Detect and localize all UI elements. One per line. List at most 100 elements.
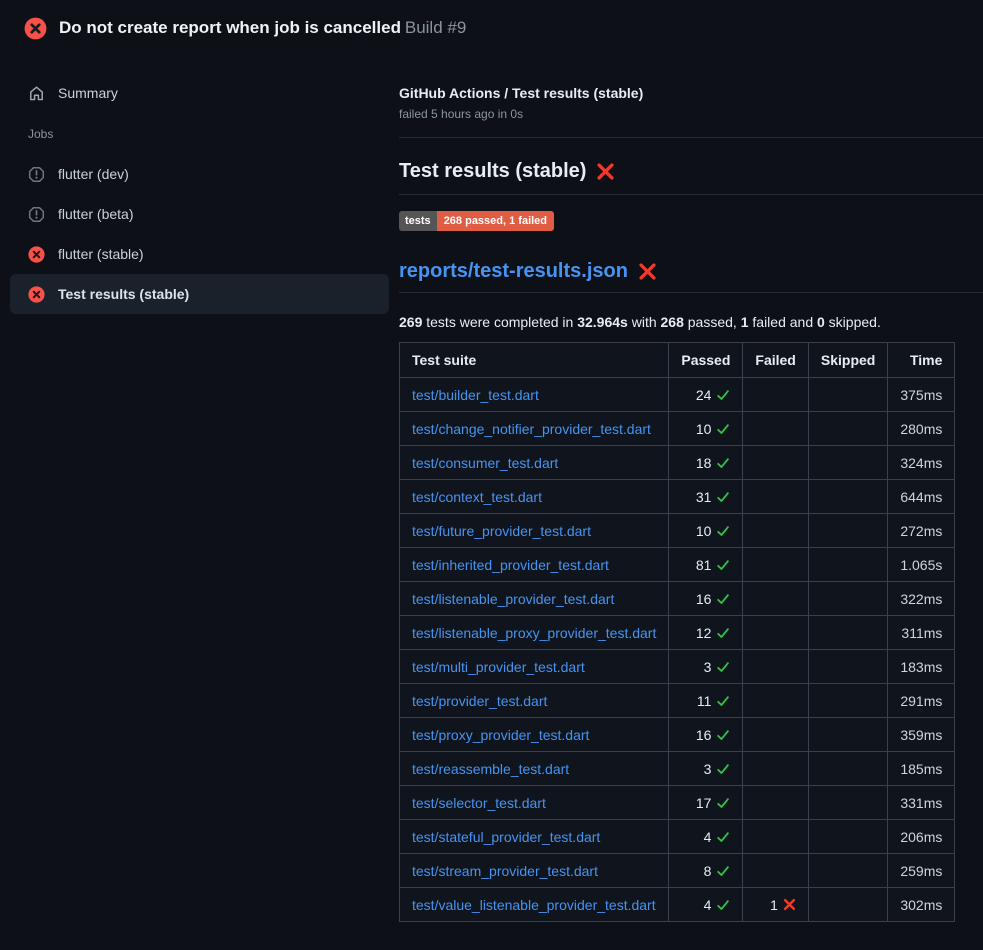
summary-segment: with (628, 314, 661, 330)
skipped-cell (808, 752, 887, 786)
suite-cell: test/change_notifier_provider_test.dart (400, 412, 669, 446)
failed-cell (743, 854, 808, 888)
table-row: test/inherited_provider_test.dart811.065… (400, 548, 955, 582)
test-suite-link[interactable]: test/builder_test.dart (412, 387, 539, 403)
count-value: 24 (696, 387, 712, 403)
skipped-cell (808, 480, 887, 514)
count-value: 12 (696, 625, 712, 641)
test-suite-link[interactable]: test/multi_provider_test.dart (412, 659, 585, 675)
column-header-skipped: Skipped (808, 343, 887, 378)
sidebar-item-label: flutter (stable) (58, 246, 144, 262)
check-icon (716, 626, 730, 640)
failed-cell (743, 820, 808, 854)
passed-cell: 17 (669, 786, 743, 820)
time-cell: 291ms (888, 684, 955, 718)
badge-value: 268 passed, 1 failed (437, 211, 554, 231)
failed-cell (743, 378, 808, 412)
skipped-cell (808, 514, 887, 548)
test-suite-link[interactable]: test/listenable_proxy_provider_test.dart (412, 625, 656, 641)
summary-segment: 268 (661, 314, 684, 330)
count-value: 11 (697, 693, 712, 709)
test-suite-link[interactable]: test/future_provider_test.dart (412, 523, 591, 539)
suite-cell: test/stateful_provider_test.dart (400, 820, 669, 854)
test-suite-link[interactable]: test/stream_provider_test.dart (412, 863, 598, 879)
passed-cell: 31 (669, 480, 743, 514)
test-suite-link[interactable]: test/value_listenable_provider_test.dart (412, 897, 656, 913)
check-icon (716, 524, 730, 538)
suite-cell: test/context_test.dart (400, 480, 669, 514)
jobs-sidebar: Summary Jobs flutter (dev) flutter (beta)… (0, 56, 399, 314)
summary-segment: 0 (817, 314, 825, 330)
badge-label: tests (399, 211, 437, 231)
passed-cell: 3 (669, 752, 743, 786)
count-value: 16 (696, 591, 712, 607)
test-suite-link[interactable]: test/change_notifier_provider_test.dart (412, 421, 651, 437)
table-row: test/multi_provider_test.dart3183ms (400, 650, 955, 684)
test-suite-link[interactable]: test/context_test.dart (412, 489, 542, 505)
count-value: 31 (696, 489, 712, 505)
check-icon (716, 660, 730, 674)
time-cell: 375ms (888, 378, 955, 412)
failed-cell (743, 446, 808, 480)
sidebar-item-label: Summary (58, 85, 118, 101)
test-suite-link[interactable]: test/reassemble_test.dart (412, 761, 569, 777)
main-content: GitHub Actions / Test results (stable) f… (399, 56, 983, 922)
x-circle-icon (28, 286, 45, 303)
tests-status-badge: tests 268 passed, 1 failed (399, 211, 554, 231)
build-number: Build #9 (405, 18, 466, 37)
summary-segment: passed, (684, 314, 741, 330)
skipped-cell (808, 616, 887, 650)
table-row: test/reassemble_test.dart 3 185ms (400, 752, 955, 786)
sidebar-item-label: flutter (beta) (58, 206, 133, 222)
divider (399, 194, 983, 195)
cross-mark-icon (783, 898, 796, 911)
passed-cell: 10 (669, 514, 743, 548)
check-icon (716, 762, 730, 776)
test-suite-link[interactable]: test/listenable_provider_test.dart (412, 591, 614, 607)
test-suite-link[interactable]: test/provider_test.dart (412, 693, 547, 709)
failed-cell: 1 (743, 888, 808, 922)
suite-cell: test/value_listenable_provider_test.dart (400, 888, 669, 922)
x-circle-icon (28, 246, 45, 263)
summary-segment: failed and (749, 314, 818, 330)
failed-cell (743, 582, 808, 616)
time-cell: 322ms (888, 582, 955, 616)
column-header-test-suite: Test suite (400, 343, 669, 378)
sidebar-item-label: Test results (stable) (58, 286, 189, 302)
time-cell: 331ms (888, 786, 955, 820)
test-suite-link[interactable]: test/selector_test.dart (412, 795, 546, 811)
sidebar-item-job-1[interactable]: flutter (beta) (10, 194, 389, 234)
cross-mark-icon (596, 162, 615, 181)
summary-segment: skipped. (825, 314, 881, 330)
table-row: test/listenable_proxy_provider_test.dart… (400, 616, 955, 650)
report-file-link[interactable]: reports/test-results.json (399, 260, 628, 283)
skipped-cell (808, 378, 887, 412)
table-row: test/stateful_provider_test.dart4206ms (400, 820, 955, 854)
count-value: 10 (696, 523, 712, 539)
summary-segment: 32.964s (577, 314, 628, 330)
time-cell: 280ms (888, 412, 955, 446)
sidebar-item-summary[interactable]: Summary (10, 73, 389, 113)
test-suite-link[interactable]: test/inherited_provider_test.dart (412, 557, 609, 573)
sidebar-item-job-3[interactable]: Test results (stable) (10, 274, 389, 314)
suite-cell: test/consumer_test.dart (400, 446, 669, 480)
test-suite-link[interactable]: test/stateful_provider_test.dart (412, 829, 600, 845)
jobs-section-label: Jobs (0, 124, 399, 144)
test-suite-link[interactable]: test/proxy_provider_test.dart (412, 727, 589, 743)
check-run-header: Do not create report when job is cancell… (0, 0, 983, 56)
sidebar-item-job-2[interactable]: flutter (stable) (10, 234, 389, 274)
passed-cell: 10 (669, 412, 743, 446)
summary-segment: 269 (399, 314, 422, 330)
sidebar-item-job-0[interactable]: flutter (dev) (10, 154, 389, 194)
table-row: test/proxy_provider_test.dart16359ms (400, 718, 955, 752)
time-cell: 272ms (888, 514, 955, 548)
time-cell: 185ms (888, 752, 955, 786)
time-cell: 311ms (888, 616, 955, 650)
count-value: 16 (696, 727, 712, 743)
failed-cell (743, 684, 808, 718)
suite-cell: test/proxy_provider_test.dart (400, 718, 669, 752)
sidebar-item-label: flutter (dev) (58, 166, 129, 182)
test-suite-link[interactable]: test/consumer_test.dart (412, 455, 558, 471)
breadcrumb: GitHub Actions / Test results (stable) (399, 85, 983, 101)
table-row: test/provider_test.dart 11 291ms (400, 684, 955, 718)
